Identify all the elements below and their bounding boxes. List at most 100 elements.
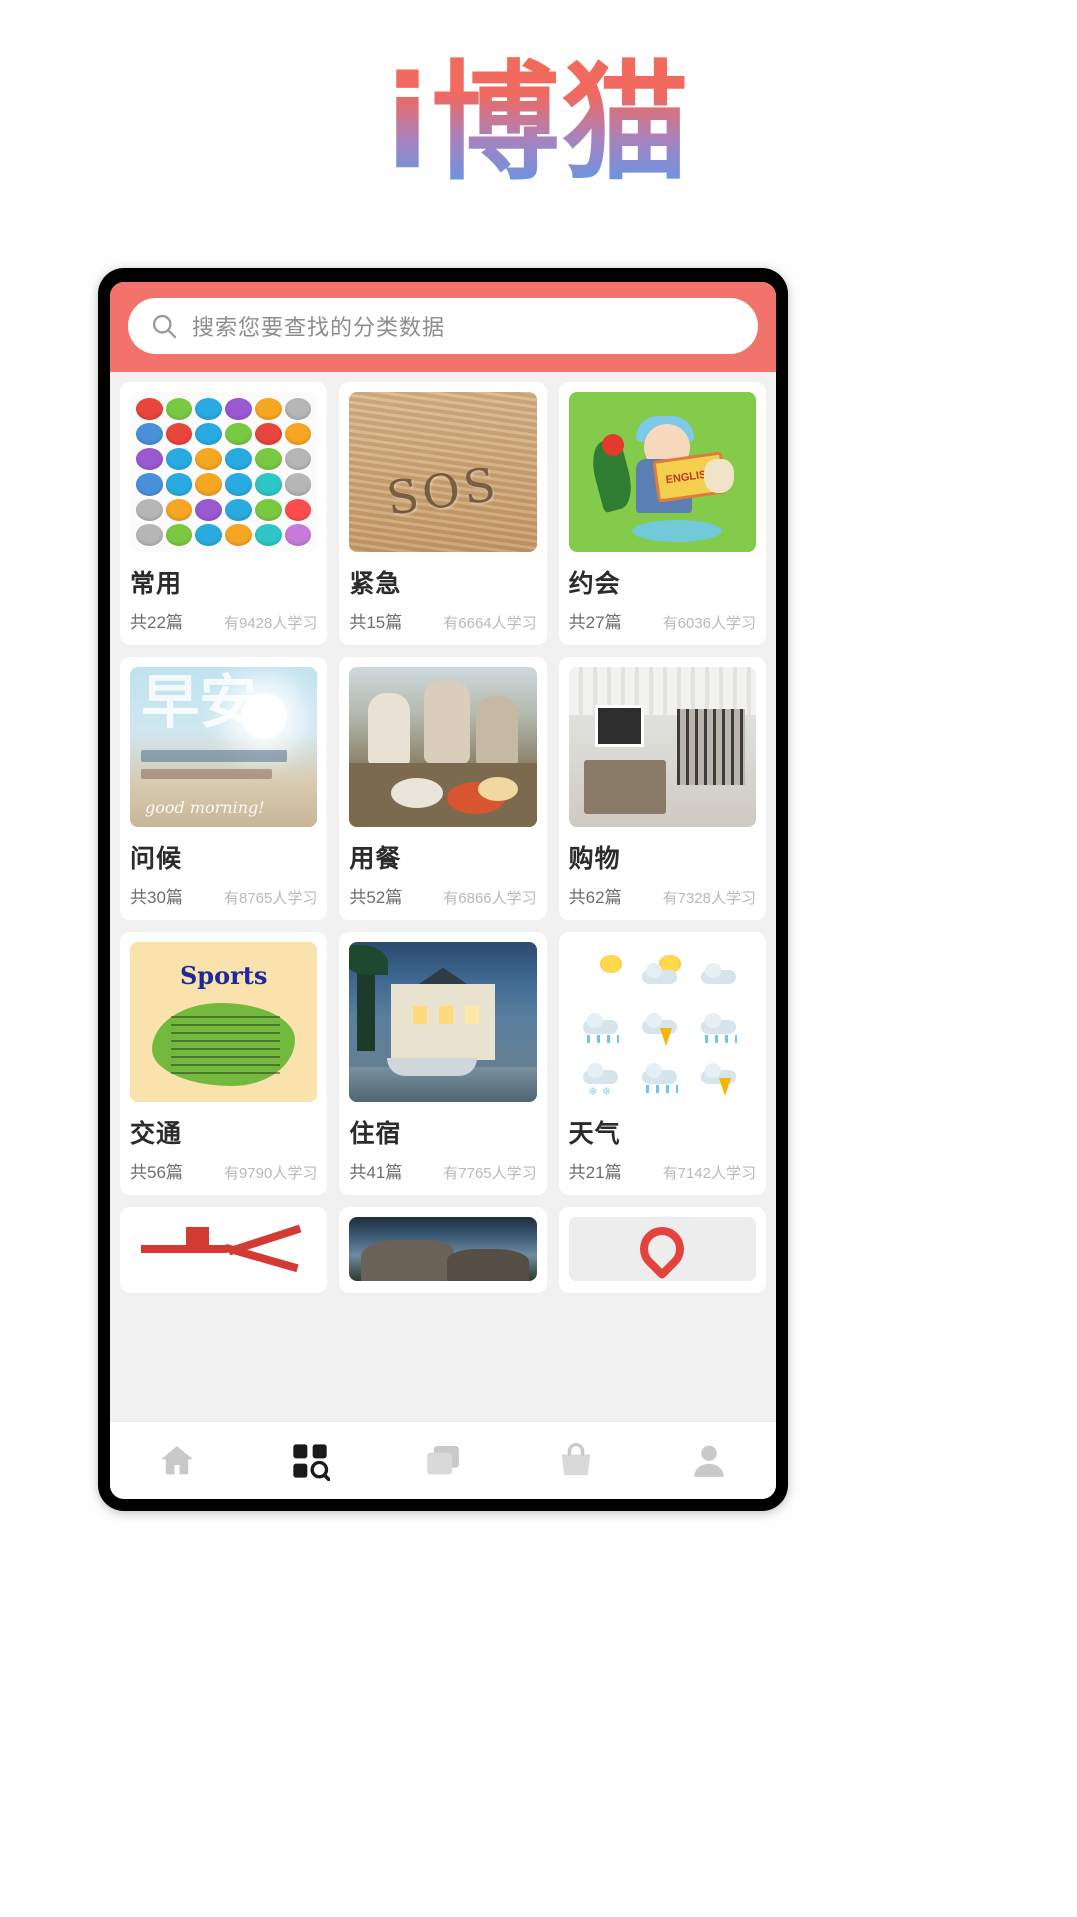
app-icon-dot — [254, 473, 282, 496]
card-learner-count: 有7765人学习 — [443, 1165, 537, 1182]
category-card-wenhou[interactable]: 早安 good morning! 问候 共30篇 有8765人学习 — [120, 657, 328, 920]
green-english-girl-art: ENGLISH — [568, 392, 756, 552]
palm-frond-shape — [349, 945, 388, 976]
card-thumbnail — [568, 667, 756, 827]
rock-shape — [446, 1249, 530, 1281]
person-shape — [424, 679, 471, 764]
layers-icon — [427, 1445, 459, 1474]
app-icon-dot — [165, 523, 193, 546]
good-morning-text: good morning! — [144, 798, 265, 818]
icon-grid-art — [130, 392, 318, 552]
nav-item-profile[interactable] — [643, 1422, 776, 1499]
text-band — [141, 750, 288, 763]
apple-shape — [602, 433, 625, 456]
app-icon-dot — [284, 498, 312, 521]
app-icon-dot — [284, 398, 312, 421]
card-learner-count: 有8765人学习 — [223, 890, 318, 907]
category-card-changyong[interactable]: 常用 共22篇 有9428人学习 — [120, 382, 328, 645]
app-icon-dot — [225, 473, 252, 496]
clothes-rack-shape — [677, 708, 745, 786]
card-stats: 共27篇 有6036人学习 — [569, 608, 756, 633]
app-icon-dot — [136, 498, 163, 521]
dining-table-art — [349, 667, 537, 827]
card-thumbnail — [130, 1217, 318, 1281]
weather-icon-snow: ❄❄ — [575, 1048, 632, 1098]
rock-shape — [360, 1240, 455, 1281]
card-learner-count: 有6036人学习 — [662, 615, 756, 632]
app-icon-dot — [136, 523, 163, 546]
nav-item-layers[interactable] — [376, 1422, 509, 1499]
category-card-tianqi[interactable]: ❄❄ 天气 共21篇 有7142人学习 — [558, 932, 766, 1195]
weather-icon-rain — [575, 998, 632, 1046]
arrow-shape — [186, 1227, 209, 1253]
nav-item-category-search[interactable] — [243, 1422, 376, 1499]
category-card-partial-landscape[interactable] — [339, 1207, 547, 1293]
search-input[interactable]: 搜索您要查找的分类数据 — [128, 298, 758, 354]
app-icon-dot — [225, 523, 252, 546]
boat-shape — [386, 1058, 477, 1077]
dish-shape — [390, 777, 443, 808]
app-icon-dot — [254, 398, 282, 421]
weather-icon-storm — [634, 998, 691, 1046]
bag-icon — [562, 1442, 591, 1475]
search-placeholder: 搜索您要查找的分类数据 — [192, 315, 446, 340]
category-card-zhusu[interactable]: 住宿 共41篇 有7765人学习 — [339, 932, 547, 1195]
category-card-yongcan[interactable]: 用餐 共52篇 有6866人学习 — [339, 657, 547, 920]
text-lines — [171, 1015, 280, 1080]
card-stats: 共30篇 有8765人学习 — [130, 883, 317, 908]
app-icon-dot — [284, 423, 312, 446]
building-shape — [390, 983, 496, 1061]
card-learner-count: 有9428人学习 — [223, 615, 318, 632]
card-thumbnail: ❄❄ — [568, 942, 756, 1102]
card-article-count: 共15篇 — [349, 613, 403, 632]
sos-text: SOS — [383, 456, 503, 526]
card-title: 住宿 — [349, 1120, 402, 1148]
card-title: 天气 — [568, 1120, 621, 1148]
category-card-yuehui[interactable]: ENGLISH 约会 共27篇 有6036人学习 — [558, 382, 766, 645]
category-card-gouwu[interactable]: 购物 共62篇 有7328人学习 — [558, 657, 766, 920]
morning-hanzi: 早安 — [141, 668, 258, 737]
card-title: 紧急 — [349, 570, 402, 598]
nav-item-bag[interactable] — [510, 1422, 643, 1499]
app-icon-dot — [284, 448, 312, 471]
app-icon-dot — [136, 473, 163, 496]
category-grid-scroll[interactable]: 常用 共22篇 有9428人学习 SOS 紧急 共15篇 有6664人学习 EN… — [110, 372, 776, 1421]
nav-item-home[interactable] — [110, 1422, 243, 1499]
category-card-partial-location[interactable] — [558, 1207, 766, 1293]
location-pin-icon — [631, 1217, 694, 1281]
card-stats: 共62篇 有7328人学习 — [569, 883, 756, 908]
card-learner-count: 有9790人学习 — [223, 1165, 318, 1182]
app-icon-dot — [136, 398, 163, 421]
app-icon-dot — [225, 423, 252, 446]
category-card-jinji[interactable]: SOS 紧急 共15篇 有6664人学习 — [339, 382, 547, 645]
app-icon-dot — [165, 398, 193, 421]
bottom-navigation — [110, 1421, 776, 1499]
card-thumbnail — [568, 1217, 756, 1281]
card-article-count: 共56篇 — [130, 1163, 183, 1182]
landscape-art — [349, 1217, 537, 1281]
app-icon-dot — [165, 498, 193, 521]
cat-shape — [703, 459, 734, 494]
category-card-partial-arrows[interactable] — [120, 1207, 328, 1293]
sports-title: Sports — [179, 961, 268, 991]
weather-icon-windy — [693, 948, 750, 996]
weather-icon-shower — [693, 998, 750, 1046]
app-icon-dot — [195, 473, 223, 496]
arrow-shape — [224, 1243, 299, 1272]
app-icon-dot — [195, 448, 223, 471]
weather-icon-gale — [693, 1048, 750, 1096]
profile-icon — [694, 1445, 725, 1477]
card-thumbnail: Sports — [130, 942, 318, 1102]
app-icon-dot — [284, 473, 312, 496]
sports-poster-art: Sports — [130, 942, 318, 1102]
location-pin-art — [568, 1217, 756, 1281]
card-title: 常用 — [130, 570, 183, 598]
window-shape — [413, 1006, 428, 1024]
app-icon-dot — [136, 423, 163, 446]
category-card-jiaotong[interactable]: Sports 交通 共56篇 有9790人学习 — [120, 932, 328, 1195]
weather-icon-sunny — [575, 948, 632, 996]
card-learner-count: 有6664人学习 — [443, 615, 537, 632]
app-icon-dot — [195, 498, 223, 521]
card-stats: 共22篇 有9428人学习 — [130, 608, 317, 633]
card-article-count: 共41篇 — [349, 1163, 403, 1182]
